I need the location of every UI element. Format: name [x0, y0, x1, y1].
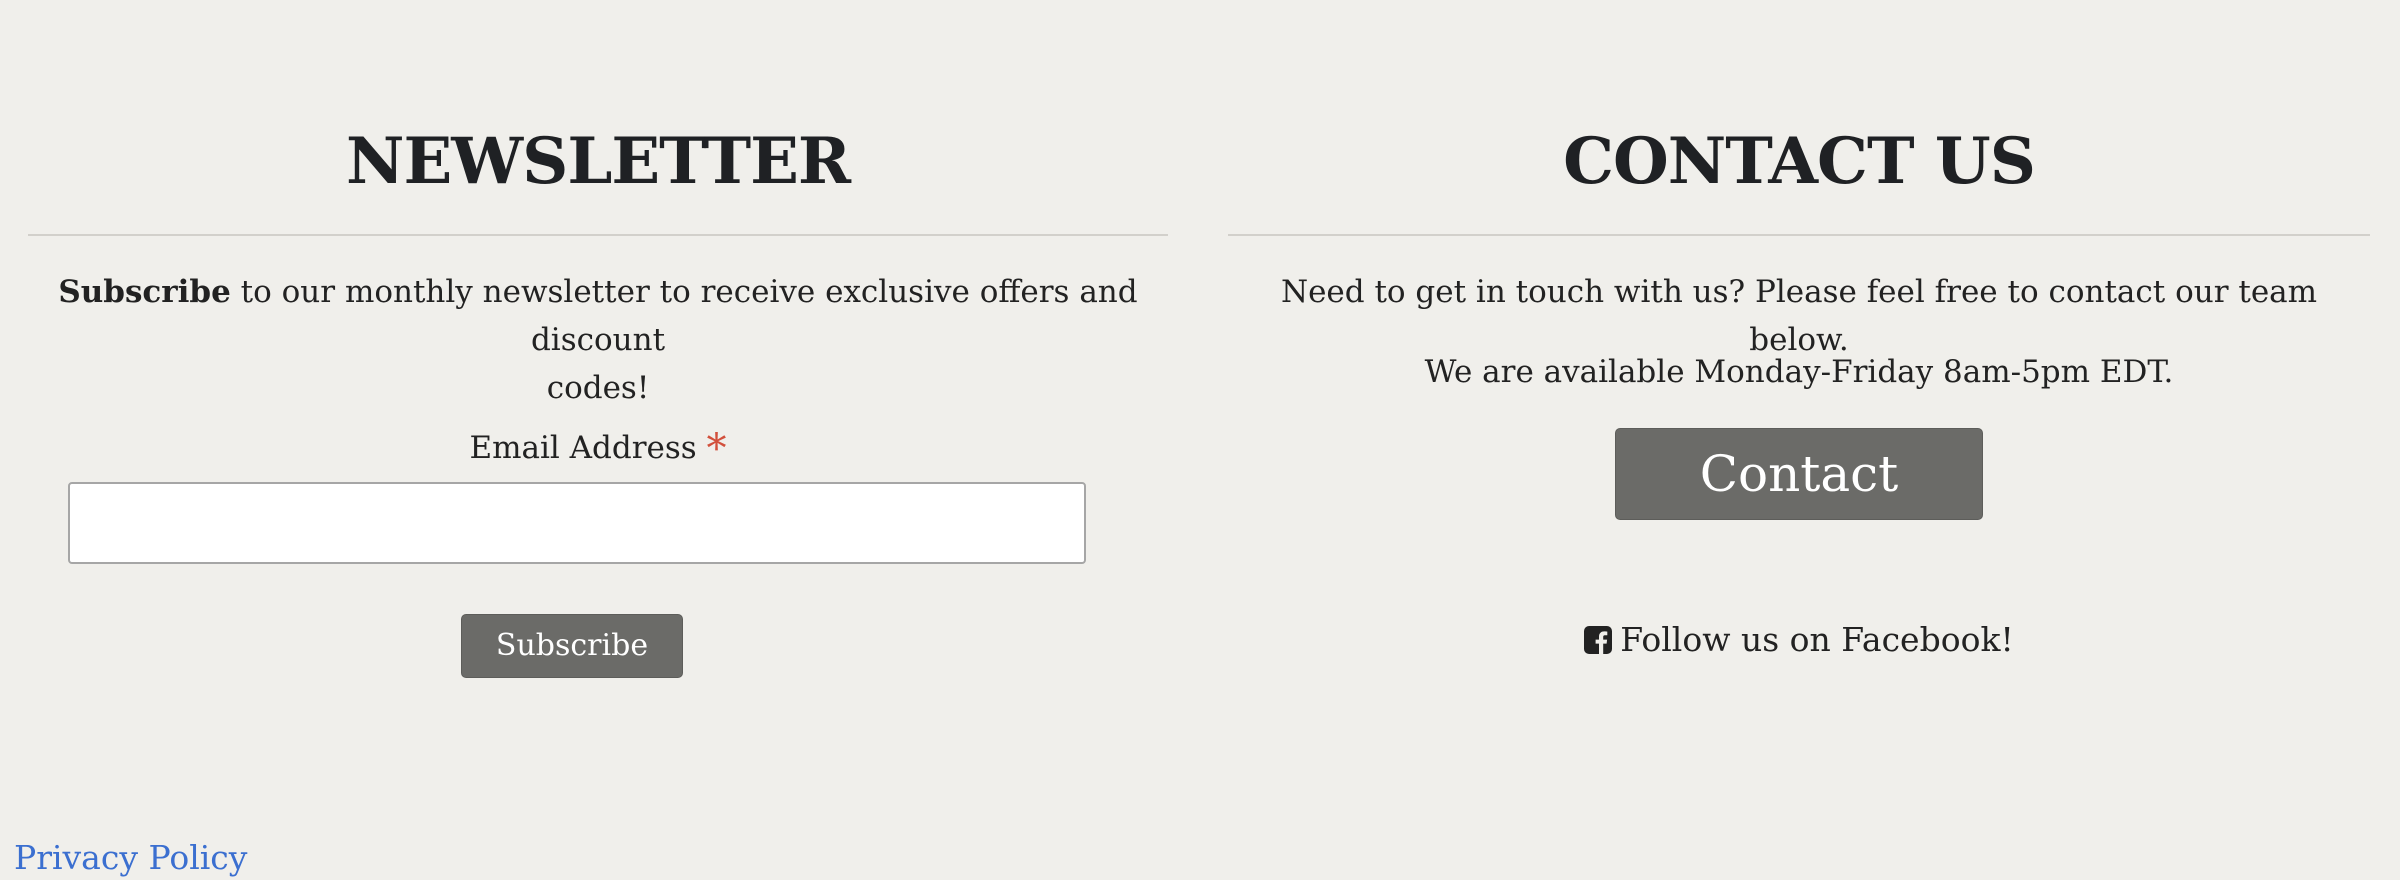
email-label-text: Email Address [469, 430, 697, 466]
contact-title: CONTACT US [1563, 124, 2036, 199]
newsletter-intro-text: to our monthly newsletter to receive exc… [230, 274, 1138, 358]
newsletter-intro-text-line2: codes! [546, 370, 650, 406]
contact-section: CONTACT US Need to get in touch with us?… [1228, 0, 2370, 760]
newsletter-intro-bold: Subscribe [58, 274, 231, 310]
newsletter-title: NEWSLETTER [345, 124, 851, 199]
email-input[interactable] [68, 482, 1086, 564]
facebook-square-icon [1584, 626, 1613, 654]
newsletter-intro: Subscribe to our monthly newsletter to r… [28, 268, 1168, 412]
email-label: Email Address * [28, 424, 1168, 473]
contact-divider [1228, 234, 2370, 236]
facebook-link-text: Follow us on Facebook! [1620, 620, 2014, 659]
footer-columns: NEWSLETTER Subscribe to our monthly news… [0, 0, 2400, 800]
contact-hours: We are available Monday-Friday 8am-5pm E… [1424, 354, 2174, 390]
required-indicator: * [706, 426, 727, 472]
newsletter-divider [28, 234, 1168, 236]
privacy-policy-link[interactable]: Privacy Policy [14, 836, 247, 880]
subscribe-button[interactable]: Subscribe [461, 614, 683, 678]
facebook-link[interactable]: Follow us on Facebook! [1228, 616, 2370, 664]
newsletter-section: NEWSLETTER Subscribe to our monthly news… [28, 0, 1168, 760]
contact-button[interactable]: Contact [1615, 428, 1983, 520]
